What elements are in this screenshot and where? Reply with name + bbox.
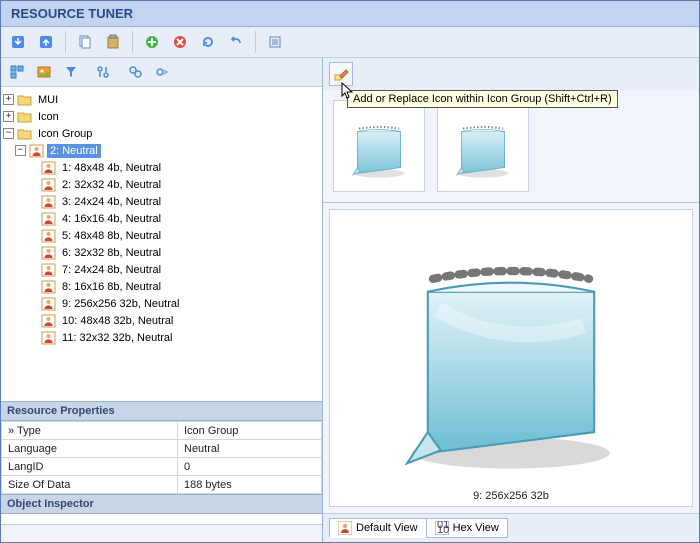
- find-button[interactable]: [124, 61, 146, 83]
- save-up-button[interactable]: [35, 31, 57, 53]
- tree-item-label: 7: 24x24 8b, Neutral: [59, 263, 164, 277]
- find-next-button[interactable]: [151, 61, 173, 83]
- object-inspector-header: Object Inspector: [1, 494, 322, 514]
- tree-item[interactable]: 1: 48x48 4b, Neutral: [3, 159, 320, 176]
- tree-item[interactable]: 7: 24x24 8b, Neutral: [3, 261, 320, 278]
- tab-hex-view[interactable]: 010101 Hex View: [426, 518, 508, 538]
- tree-item-label: Icon Group: [35, 127, 95, 141]
- filter-button[interactable]: [60, 61, 82, 83]
- resource-tree[interactable]: +MUI+Icon−Icon Group−2: Neutral1: 48x48 …: [1, 87, 322, 401]
- tree-item[interactable]: 6: 32x32 8b, Neutral: [3, 244, 320, 261]
- main-toolbar: [1, 27, 699, 58]
- tree-item-label: MUI: [35, 93, 61, 107]
- tree-item-label: 11: 32x32 32b, Neutral: [59, 331, 175, 345]
- person-icon: [41, 212, 56, 226]
- person-icon: [41, 263, 56, 277]
- tree-item-label: 6: 32x32 8b, Neutral: [59, 246, 164, 260]
- tree-item[interactable]: 5: 48x48 8b, Neutral: [3, 227, 320, 244]
- tree-item[interactable]: + Icon: [3, 108, 320, 125]
- person-icon: [41, 178, 56, 192]
- settings-button[interactable]: [92, 61, 114, 83]
- preview-label: 9: 256x256 32b: [473, 488, 549, 506]
- expander-icon[interactable]: +: [3, 94, 14, 105]
- tree-item-label: 2: Neutral: [47, 144, 101, 158]
- person-icon: [41, 195, 56, 209]
- person-icon: [41, 229, 56, 243]
- tree-item[interactable]: 9: 256x256 32b, Neutral: [3, 295, 320, 312]
- image-view-button[interactable]: [33, 61, 55, 83]
- folder-icon: [17, 93, 32, 107]
- person-icon: [41, 297, 56, 311]
- property-row: LangID0: [2, 458, 322, 476]
- edit-icon-button[interactable]: [329, 62, 353, 86]
- left-statusbar: [1, 524, 322, 542]
- left-pane: +MUI+Icon−Icon Group−2: Neutral1: 48x48 …: [1, 58, 323, 542]
- expander-icon[interactable]: −: [3, 128, 14, 139]
- resource-properties-header: Resource Properties: [1, 401, 322, 421]
- tree-item[interactable]: 10: 48x48 32b, Neutral: [3, 312, 320, 329]
- property-row: LanguageNeutral: [2, 440, 322, 458]
- open-down-button[interactable]: [7, 31, 29, 53]
- tree-item[interactable]: − Icon Group: [3, 125, 320, 142]
- property-row: Size Of Data188 bytes: [2, 476, 322, 494]
- tree-item[interactable]: 2: 32x32 4b, Neutral: [3, 176, 320, 193]
- tab-default-view[interactable]: Default View: [329, 518, 427, 538]
- expander-icon[interactable]: −: [15, 145, 26, 156]
- expander-icon[interactable]: +: [3, 111, 14, 122]
- person-icon: [41, 331, 56, 345]
- left-toolbar: [1, 58, 322, 87]
- resource-properties-table: » TypeIcon Group LanguageNeutral LangID0…: [1, 421, 322, 494]
- tab-label: Hex View: [453, 522, 499, 534]
- copy-button[interactable]: [74, 31, 96, 53]
- delete-button[interactable]: [169, 31, 191, 53]
- window-titlebar: RESOURCE TUNER: [1, 1, 699, 27]
- tooltip: Add or Replace Icon within Icon Group (S…: [347, 90, 618, 108]
- tree-item-label: 10: 48x48 32b, Neutral: [59, 314, 176, 328]
- tree-item-label: 5: 48x48 8b, Neutral: [59, 229, 164, 243]
- tree-item[interactable]: − 2: Neutral: [3, 142, 320, 159]
- tree-item-label: 4: 16x16 4b, Neutral: [59, 212, 164, 226]
- tree-item-label: Icon: [35, 110, 62, 124]
- thumbnail-1[interactable]: [333, 100, 425, 192]
- tree-item[interactable]: 11: 32x32 32b, Neutral: [3, 329, 320, 346]
- tree-item[interactable]: 4: 16x16 4b, Neutral: [3, 210, 320, 227]
- person-icon: [41, 246, 56, 260]
- tree-item-label: 2: 32x32 4b, Neutral: [59, 178, 164, 192]
- paste-button[interactable]: [102, 31, 124, 53]
- person-icon: [29, 144, 44, 158]
- tree-item[interactable]: 8: 16x16 8b, Neutral: [3, 278, 320, 295]
- hex-icon: 010101: [435, 521, 449, 535]
- tree-item[interactable]: + MUI: [3, 91, 320, 108]
- person-icon: [41, 161, 56, 175]
- right-toolbar: Add or Replace Icon within Icon Group (S…: [323, 58, 699, 90]
- folder-icon: [17, 110, 32, 124]
- tree-view-button[interactable]: [6, 61, 28, 83]
- refresh-button[interactable]: [197, 31, 219, 53]
- person-icon: [338, 521, 352, 535]
- property-row: » TypeIcon Group: [2, 422, 322, 440]
- tab-label: Default View: [356, 522, 418, 534]
- add-button[interactable]: [141, 31, 163, 53]
- tree-item-label: 1: 48x48 4b, Neutral: [59, 161, 164, 175]
- right-pane: Add or Replace Icon within Icon Group (S…: [323, 58, 699, 542]
- tree-item-label: 9: 256x256 32b, Neutral: [59, 297, 182, 311]
- tree-item-label: 3: 24x24 4b, Neutral: [59, 195, 164, 209]
- tree-item[interactable]: 3: 24x24 4b, Neutral: [3, 193, 320, 210]
- thumbnail-2[interactable]: [437, 100, 529, 192]
- person-icon: [41, 314, 56, 328]
- tree-item-label: 8: 16x16 8b, Neutral: [59, 280, 164, 294]
- view-tabs: Default View 010101 Hex View: [323, 513, 699, 542]
- preview-area: 9: 256x256 32b: [329, 209, 693, 507]
- undo-button[interactable]: [225, 31, 247, 53]
- preview-image: [381, 210, 641, 488]
- svg-text:101: 101: [437, 524, 449, 535]
- folder-icon: [17, 127, 32, 141]
- list-button[interactable]: [264, 31, 286, 53]
- person-icon: [41, 280, 56, 294]
